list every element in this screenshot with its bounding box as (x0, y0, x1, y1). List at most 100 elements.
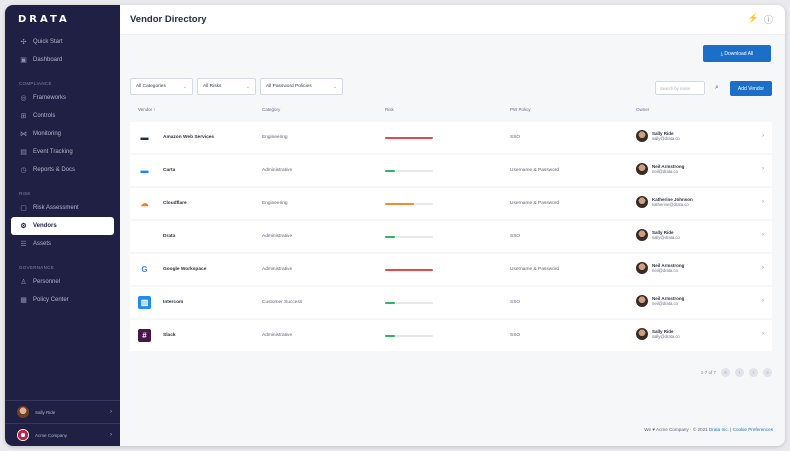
vendor-category: Administrative (262, 168, 293, 173)
chevron-down-icon: ⌄ (332, 83, 337, 90)
sidebar-item-label: Controls (33, 113, 56, 119)
vendor-logo-icon (138, 230, 151, 243)
vendor-category: Administrative (262, 333, 293, 338)
owner-email: sally@drata.co (652, 334, 680, 340)
column-header-risk[interactable]: Risk (385, 107, 394, 112)
table-row[interactable]: ▥ Intercom Customer Success SSO Neil Armstro… (130, 287, 772, 318)
table-row[interactable]: # Slack Administrative SSO Sally Ride sally@d… (130, 320, 772, 351)
user-menu[interactable]: Sally Ride › (5, 401, 120, 423)
search-icon[interactable]: ⌕ (711, 81, 723, 95)
risk-bar-fill (385, 302, 395, 304)
risk-bar (385, 302, 433, 304)
sidebar-item-label: Reports & Docs (33, 167, 76, 173)
company-logo-icon (17, 429, 29, 441)
vendor-pw-policy: SSO (510, 234, 521, 239)
column-header-owner[interactable]: Owner (636, 107, 649, 112)
add-vendor-button[interactable]: Add Vendor (730, 81, 772, 96)
header-icons: ⚡ ⓘ (748, 13, 773, 26)
owner-email: neil@drata.co (652, 268, 678, 274)
table-row[interactable]: ▬ Carta Administrative Username & Password N… (130, 155, 772, 186)
table-row[interactable]: G Google Workspace Administrative Username … (130, 254, 772, 285)
vendor-category: Administrative (262, 234, 293, 239)
cookie-preferences-link[interactable]: Cookie Preferences (733, 427, 773, 432)
vendor-logo-icon: G (141, 265, 148, 274)
owner-cell: Sally Ride sally@drata.co (636, 328, 680, 340)
chevron-right-icon[interactable]: › (762, 133, 764, 139)
company-menu[interactable]: Acme Company › (5, 424, 120, 446)
owner-cell: Sally Ride sally@drata.co (636, 130, 680, 142)
first-page-icon[interactable]: « (721, 368, 730, 377)
reports-icon: ◷ (20, 167, 27, 174)
owner-email: katherine@drata.co (652, 202, 689, 208)
vendor-name: Intercom (163, 300, 184, 305)
lightning-icon[interactable]: ⚡ (748, 13, 759, 26)
vendor-name: Drata (163, 234, 176, 239)
sidebar-item-frameworks[interactable]: ◎ Frameworks (5, 89, 120, 107)
chevron-right-icon[interactable]: › (762, 232, 764, 238)
owner-cell: Sally Ride sally@drata.co (636, 229, 680, 241)
chevron-right-icon[interactable]: › (762, 298, 764, 304)
sidebar-item-assets[interactable]: ☰ Assets (5, 235, 120, 253)
personnel-icon: ♙ (20, 279, 27, 286)
chevron-right-icon[interactable]: › (762, 199, 764, 205)
policy-icon: ▦ (20, 297, 27, 304)
table-row[interactable]: ▬ Amazon Web Services Engineering SSO Sally … (130, 122, 772, 153)
risk-bar (385, 236, 433, 238)
user-name: Sally Ride (35, 409, 56, 415)
owner-email: neil@drata.co (652, 301, 678, 307)
sidebar-item-label: Dashboard (33, 57, 63, 63)
table-row[interactable]: ☁ Cloudflare Engineering Username & Passwor… (130, 188, 772, 219)
pagination-label: 1-7 of 7 (700, 370, 716, 375)
last-page-icon[interactable]: » (763, 368, 772, 377)
vendors-icon: ⚙ (20, 223, 27, 230)
sidebar-item-personnel[interactable]: ♙ Personnel (5, 273, 120, 291)
help-icon[interactable]: ⓘ (764, 13, 773, 26)
column-header-vendor[interactable]: Vendor ↑ (138, 107, 156, 112)
next-page-icon[interactable]: › (749, 368, 758, 377)
drata-logo[interactable]: DRATA (5, 5, 120, 33)
sidebar-item-risk-assessment[interactable]: ▢ Risk Assessment (5, 199, 120, 217)
owner-cell: Katherine Johnson katherine@drata.co (636, 196, 693, 208)
sidebar-section-governance: GOVERNANCE (19, 265, 55, 270)
footer-text: We ♥ Acme Company · © 2021 (644, 427, 709, 432)
owner-email: sally@drata.co (652, 136, 680, 142)
monitoring-icon: ⋈ (20, 131, 27, 138)
vendor-logo-icon: ☁ (140, 199, 149, 208)
category-filter-select[interactable]: All Categories ⌄ (130, 78, 193, 95)
sidebar-item-monitoring[interactable]: ⋈ Monitoring (5, 125, 120, 143)
controls-icon: ⊞ (20, 113, 27, 120)
sidebar-item-label: Frameworks (33, 95, 67, 101)
sidebar-item-controls[interactable]: ⊞ Controls (5, 107, 120, 125)
vendor-pw-policy: SSO (510, 135, 521, 140)
column-header-category[interactable]: Category (262, 107, 280, 112)
prev-page-icon[interactable]: ‹ (735, 368, 744, 377)
sidebar-item-dashboard[interactable]: ▣ Dashboard (5, 51, 120, 69)
owner-email: neil@drata.co (652, 169, 678, 175)
sidebar: DRATA ✣ Quick Start ▣ Dashboard COMPLIANCE… (5, 5, 120, 446)
chevron-right-icon[interactable]: › (762, 166, 764, 172)
sidebar-item-vendors[interactable]: ⚙ Vendors (11, 217, 114, 235)
sidebar-item-policy-center[interactable]: ▦ Policy Center (5, 291, 120, 309)
risk-filter-select[interactable]: All Risks ⌄ (197, 78, 256, 95)
sidebar-item-quick-start[interactable]: ✣ Quick Start (5, 33, 120, 51)
risk-bar (385, 137, 433, 139)
password-policy-filter-select[interactable]: All Password Policies ⌄ (260, 78, 343, 95)
vendor-table: ▬ Amazon Web Services Engineering SSO Sally … (130, 122, 772, 353)
search-input[interactable]: Search by name (655, 81, 705, 95)
vendor-name: Slack (163, 333, 176, 338)
table-row[interactable]: Drata Administrative SSO Sally Ride sally@dr… (130, 221, 772, 252)
avatar (636, 328, 648, 340)
drata-link[interactable]: Drata Inc. (709, 427, 729, 432)
vendor-name: Amazon Web Services (163, 135, 215, 140)
page-header: Vendor Directory ⚡ ⓘ (120, 5, 785, 35)
chevron-right-icon[interactable]: › (762, 265, 764, 271)
column-header-pw-policy[interactable]: PW Policy (510, 107, 531, 112)
sidebar-item-event-tracking[interactable]: ▤ Event Tracking (5, 143, 120, 161)
chevron-right-icon[interactable]: › (762, 331, 764, 337)
risk-bar (385, 335, 433, 337)
download-all-button[interactable]: ⤓ Download All (703, 45, 771, 62)
avatar (636, 130, 648, 142)
sidebar-item-reports[interactable]: ◷ Reports & Docs (5, 161, 120, 179)
sidebar-section-compliance: COMPLIANCE (19, 81, 52, 86)
vendor-logo-icon: ▬ (140, 133, 149, 142)
